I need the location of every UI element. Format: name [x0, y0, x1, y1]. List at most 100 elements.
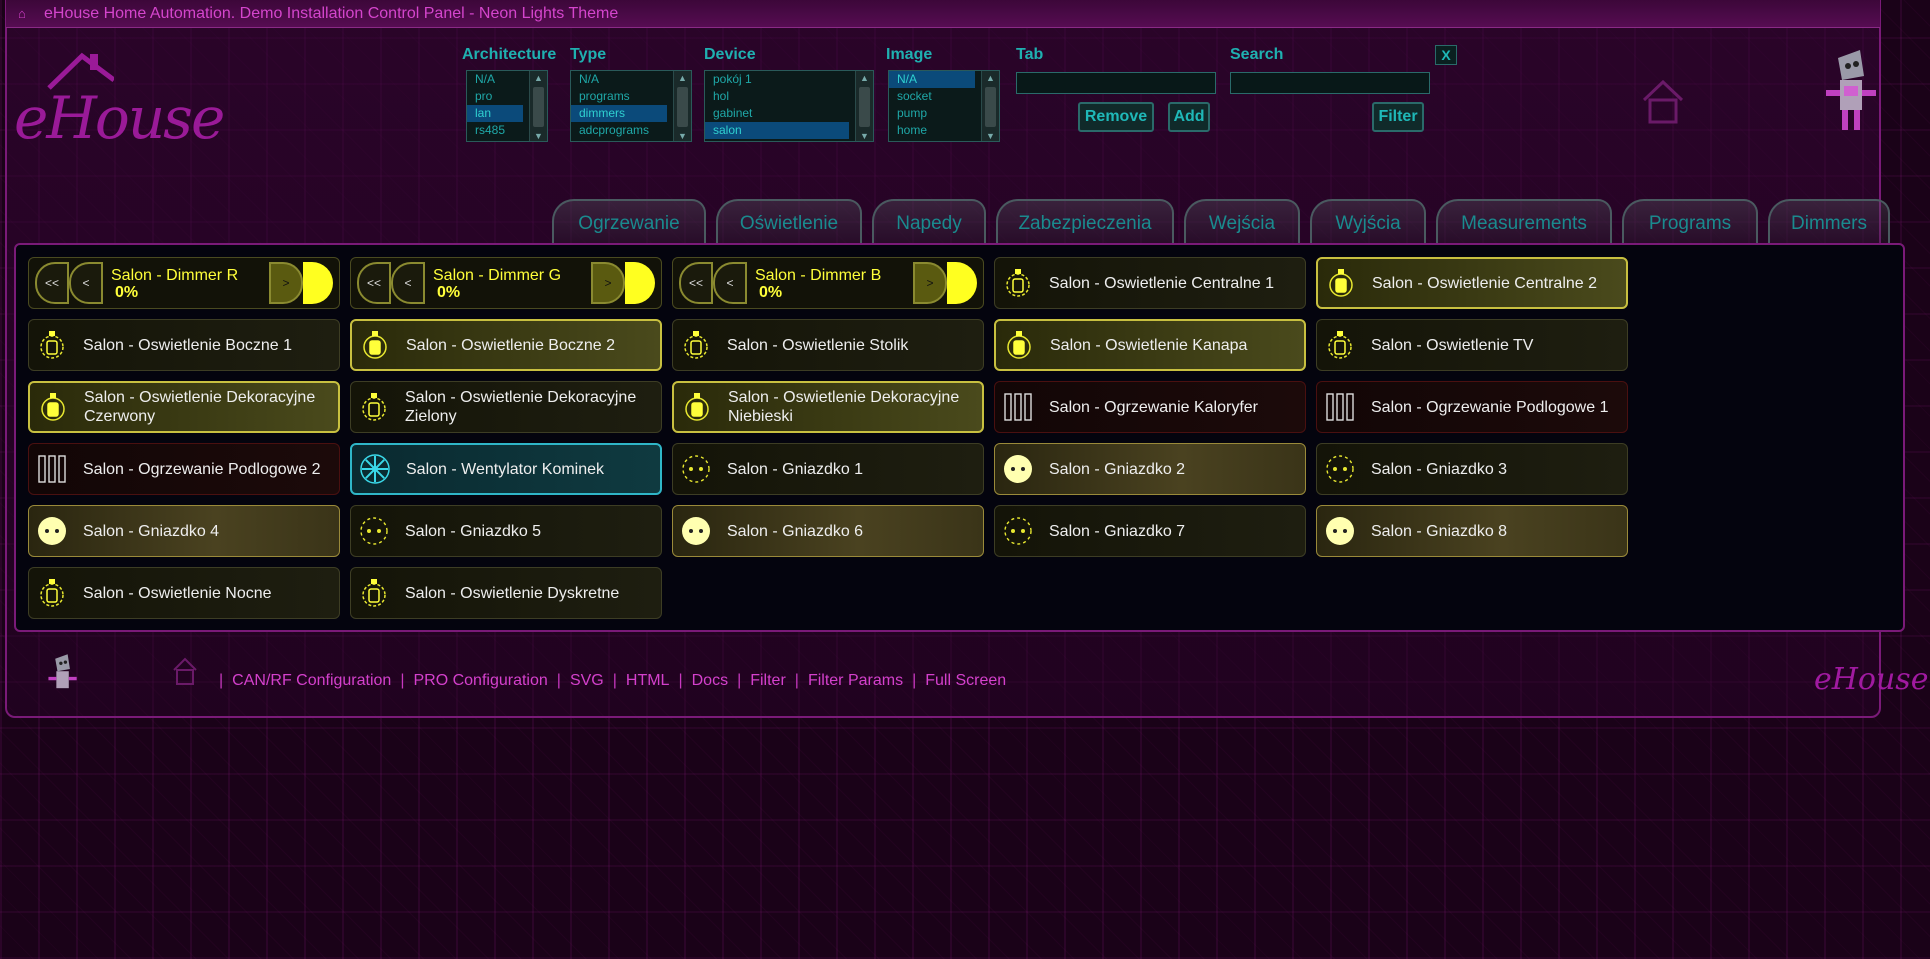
- bulb-icon: [357, 390, 391, 424]
- device-tile[interactable]: Salon - Gniazdko 7: [994, 505, 1306, 557]
- dimmer-max-button[interactable]: >>: [303, 262, 333, 304]
- device-tile[interactable]: Salon - Gniazdko 2: [994, 443, 1306, 495]
- scroll-thumb[interactable]: [985, 87, 996, 127]
- tab-wejscia[interactable]: Wejścia: [1184, 199, 1300, 245]
- list-option[interactable]: salon: [705, 122, 849, 139]
- device-tile[interactable]: Salon - Gniazdko 1: [672, 443, 984, 495]
- device-tile[interactable]: Salon - Oswietlenie Kanapa: [994, 319, 1306, 371]
- tab-zabezpieczenia[interactable]: Zabezpieczenia: [996, 199, 1174, 245]
- footer-link[interactable]: Full Screen: [925, 672, 1006, 690]
- device-tile[interactable]: Salon - Oswietlenie Dyskretne: [350, 567, 662, 619]
- device-tile[interactable]: Salon - Oswietlenie Boczne 1: [28, 319, 340, 371]
- scroll-up-icon[interactable]: ▲: [530, 71, 547, 85]
- scroll-thumb[interactable]: [533, 87, 544, 127]
- device-tile[interactable]: Salon - Oswietlenie Dekoracyjne Zielony: [350, 381, 662, 433]
- device-tile[interactable]: Salon - Oswietlenie Dekoracyjne Czerwony: [28, 381, 340, 433]
- list-option[interactable]: hol: [705, 88, 873, 105]
- type-list[interactable]: N/A programs dimmers adcprograms ▲ ▼: [570, 70, 692, 142]
- tab-input[interactable]: [1016, 72, 1216, 94]
- scrollbar[interactable]: ▲ ▼: [529, 71, 547, 141]
- device-tile[interactable]: Salon - Oswietlenie Boczne 2: [350, 319, 662, 371]
- mascot-icon: [1826, 50, 1876, 130]
- list-option[interactable]: lan: [467, 105, 523, 122]
- device-tile[interactable]: Salon - Ogrzewanie Podlogowe 2: [28, 443, 340, 495]
- scroll-thumb[interactable]: [859, 87, 870, 127]
- footer-link[interactable]: HTML: [626, 672, 670, 690]
- device-tile[interactable]: Salon - Gniazdko 5: [350, 505, 662, 557]
- device-tile[interactable]: Salon - Wentylator Kominek: [350, 443, 662, 495]
- dimmer-min-button[interactable]: <<: [679, 262, 713, 304]
- device-tile[interactable]: Salon - Oswietlenie Dekoracyjne Niebiesk…: [672, 381, 984, 433]
- link-separator: |: [678, 672, 683, 689]
- dimmer-max-button[interactable]: >>: [625, 262, 655, 304]
- home-icon[interactable]: [172, 656, 198, 688]
- device-label: Salon - Oswietlenie Centralne 2: [1372, 274, 1598, 292]
- ehouse-logo[interactable]: eHouse: [14, 48, 225, 152]
- architecture-list[interactable]: N/A pro lan rs485 ▲ ▼: [466, 70, 548, 142]
- dimmer-control[interactable]: << < Salon - Dimmer B 0% > >>: [672, 257, 984, 309]
- scroll-up-icon[interactable]: ▲: [856, 71, 873, 85]
- list-option[interactable]: dimmers: [571, 105, 667, 122]
- device-tile[interactable]: Salon - Oswietlenie Nocne: [28, 567, 340, 619]
- list-option[interactable]: pokój 1: [705, 71, 873, 88]
- list-option[interactable]: gabinet: [705, 105, 873, 122]
- tab-ogrzewanie[interactable]: Ogrzewanie: [552, 199, 706, 245]
- device-tile[interactable]: Salon - Oswietlenie Centralne 2: [1316, 257, 1628, 309]
- device-tile[interactable]: Salon - Gniazdko 6: [672, 505, 984, 557]
- image-list[interactable]: N/A socket pump home ▲ ▼: [888, 70, 1000, 142]
- dimmer-down-button[interactable]: <: [69, 262, 103, 304]
- device-tile[interactable]: Salon - Oswietlenie Centralne 1: [994, 257, 1306, 309]
- home-icon[interactable]: [1640, 76, 1686, 126]
- scrollbar[interactable]: ▲ ▼: [981, 71, 999, 141]
- search-input[interactable]: [1230, 72, 1430, 94]
- scroll-down-icon[interactable]: ▼: [530, 129, 547, 141]
- scroll-down-icon[interactable]: ▼: [982, 129, 999, 141]
- device-tile[interactable]: Salon - Ogrzewanie Kaloryfer: [994, 381, 1306, 433]
- footer-link[interactable]: Filter: [750, 672, 786, 690]
- tab-oswietlenie[interactable]: Oświetlenie: [716, 199, 862, 245]
- bulb-icon: [35, 328, 69, 362]
- footer-link[interactable]: CAN/RF Configuration: [232, 672, 391, 690]
- footer-logo[interactable]: eHouse: [1814, 662, 1928, 697]
- scroll-down-icon[interactable]: ▼: [674, 129, 691, 141]
- dimmer-min-button[interactable]: <<: [357, 262, 391, 304]
- socket-icon: [679, 452, 713, 486]
- scroll-up-icon[interactable]: ▲: [982, 71, 999, 85]
- tab-measurements[interactable]: Measurements: [1436, 199, 1612, 245]
- list-option[interactable]: N/A: [889, 71, 975, 88]
- scrollbar[interactable]: ▲ ▼: [673, 71, 691, 141]
- device-list[interactable]: pokój 1 hol gabinet salon ▲ ▼: [704, 70, 874, 142]
- device-tile[interactable]: Salon - Gniazdko 8: [1316, 505, 1628, 557]
- dimmer-up-button[interactable]: >: [591, 262, 625, 304]
- device-tile[interactable]: Salon - Oswietlenie TV: [1316, 319, 1628, 371]
- dimmer-control[interactable]: << < Salon - Dimmer R 0% > >>: [28, 257, 340, 309]
- scrollbar[interactable]: ▲ ▼: [855, 71, 873, 141]
- scroll-down-icon[interactable]: ▼: [856, 129, 873, 141]
- device-tile[interactable]: Salon - Ogrzewanie Podlogowe 1: [1316, 381, 1628, 433]
- dimmer-min-button[interactable]: <<: [35, 262, 69, 304]
- footer-link[interactable]: Docs: [692, 672, 728, 690]
- tab-dimmers[interactable]: Dimmers: [1768, 199, 1890, 245]
- device-tile[interactable]: Salon - Gniazdko 4: [28, 505, 340, 557]
- remove-button[interactable]: Remove: [1078, 102, 1154, 132]
- dimmer-up-button[interactable]: >: [269, 262, 303, 304]
- footer-link[interactable]: Filter Params: [808, 672, 903, 690]
- footer-link[interactable]: SVG: [570, 672, 604, 690]
- dimmer-up-button[interactable]: >: [913, 262, 947, 304]
- device-tile[interactable]: Salon - Oswietlenie Stolik: [672, 319, 984, 371]
- tab-wyjscia[interactable]: Wyjścia: [1310, 199, 1426, 245]
- filter-button[interactable]: Filter: [1372, 102, 1424, 132]
- dimmer-max-button[interactable]: >>: [947, 262, 977, 304]
- scroll-up-icon[interactable]: ▲: [674, 71, 691, 85]
- dimmer-down-button[interactable]: <: [713, 262, 747, 304]
- close-filter-button[interactable]: X: [1435, 45, 1457, 65]
- dimmer-down-button[interactable]: <: [391, 262, 425, 304]
- dimmer-control[interactable]: << < Salon - Dimmer G 0% > >>: [350, 257, 662, 309]
- tab-programs[interactable]: Programs: [1622, 199, 1758, 245]
- add-button[interactable]: Add: [1168, 102, 1210, 132]
- footer-link[interactable]: PRO Configuration: [413, 672, 547, 690]
- tab-napedy[interactable]: Napedy: [872, 199, 986, 245]
- scroll-thumb[interactable]: [677, 87, 688, 127]
- device-tile[interactable]: Salon - Gniazdko 3: [1316, 443, 1628, 495]
- logo-text: eHouse: [14, 84, 225, 152]
